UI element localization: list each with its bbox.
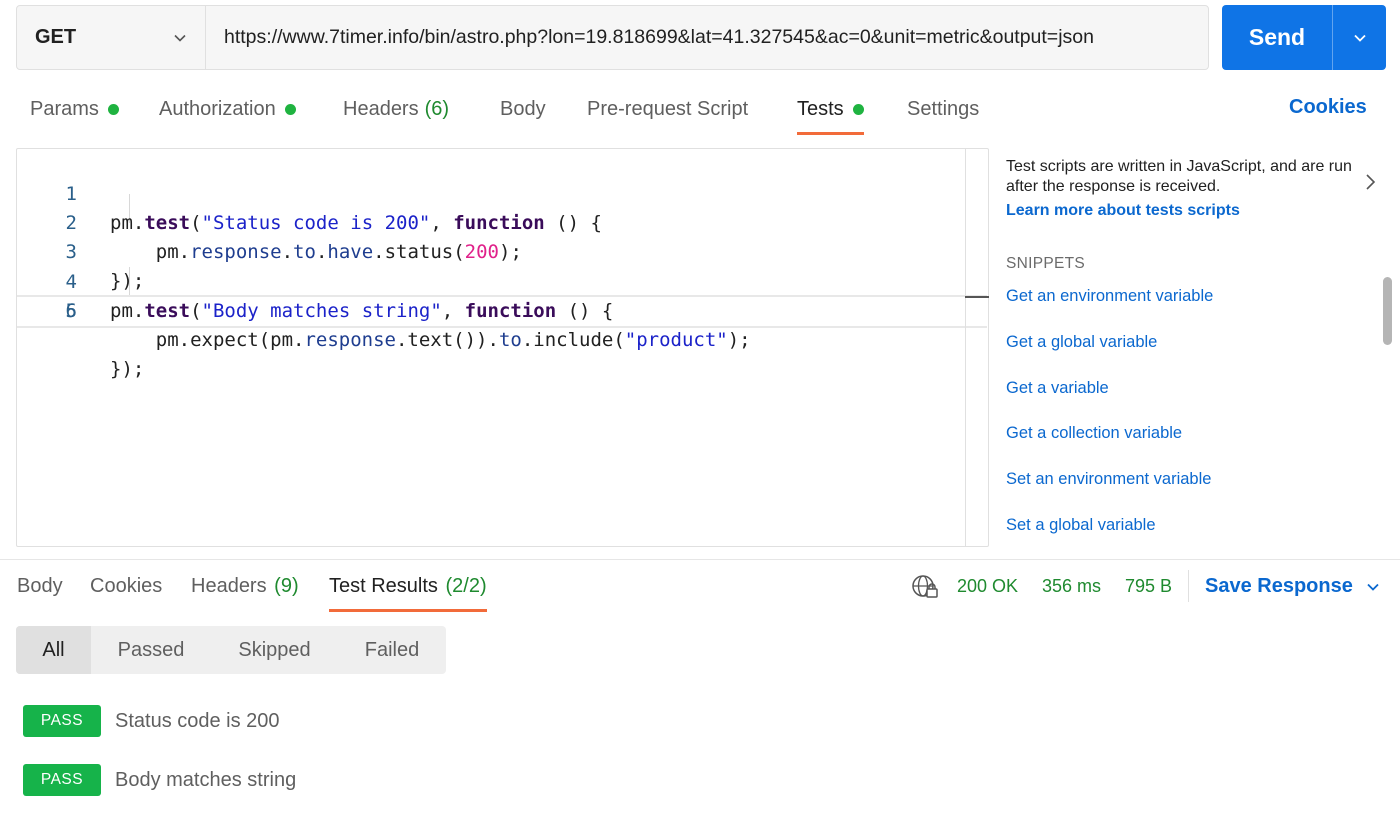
code-line: 1 pm.test("Status code is 200", function… [17,151,987,234]
status-divider [1188,570,1189,602]
tab-settings[interactable]: Settings [907,96,979,122]
chevron-down-icon [1353,34,1366,42]
method-select[interactable]: GET [17,6,206,69]
tab-headers-label: Headers [343,97,419,120]
response-tab-headers[interactable]: Headers (9) [191,575,299,598]
response-tab-body[interactable]: Body [17,575,63,598]
test-result-row: PASS Body matches string [23,764,296,796]
editor-minimap-divider [965,149,966,546]
test-result-name: Status code is 200 [115,709,280,732]
snippet-link[interactable]: Get a global variable [1006,333,1157,352]
save-response-label: Save Response [1205,575,1353,597]
editor-minimap-marker [965,296,989,298]
tab-prerequest-label: Pre-request Script [587,97,749,120]
response-tab-cookies[interactable]: Cookies [90,575,162,598]
response-tab-body-label: Body [17,575,63,597]
pass-badge: PASS [23,705,101,737]
tab-params-label: Params [30,97,99,120]
send-options-button[interactable] [1333,5,1386,70]
tab-tests[interactable]: Tests [797,96,864,135]
request-tabs: Params Authorization Headers (6) Body Pre… [30,96,1030,136]
network-globe-icon[interactable] [911,574,939,600]
code-text: }); [110,358,145,380]
test-results-filter: All Passed Skipped Failed [16,626,446,674]
response-tab-headers-count: (9) [274,575,299,597]
response-size[interactable]: 795 B [1125,576,1172,597]
status-dot-icon [284,103,296,115]
snippet-link[interactable]: Get a collection variable [1006,424,1182,443]
send-button[interactable]: Send [1222,5,1332,70]
snippet-link[interactable]: Set a global variable [1006,516,1156,535]
code-text: pm.expect(pm.response.text()).to.include… [110,329,751,351]
response-time[interactable]: 356 ms [1042,576,1101,597]
tab-tests-label: Tests [797,97,844,120]
tab-prerequest-script[interactable]: Pre-request Script [587,96,748,122]
filter-passed[interactable]: Passed [91,626,211,674]
snippets-heading: SNIPPETS [1006,255,1086,272]
snippets-scrollbar[interactable] [1383,277,1392,345]
code-line-current: 6 }); [17,295,987,380]
snippet-link[interactable]: Get an environment variable [1006,287,1213,306]
chevron-down-icon [174,34,186,42]
code-line: 4 pm.test("Body matches string", functio… [17,239,987,322]
response-tab-test-results-label: Test Results [329,575,438,597]
cookies-link[interactable]: Cookies [1289,96,1367,119]
code-line: 5 pm.expect(pm.response.text()).to.inclu… [17,268,987,351]
response-tab-test-results[interactable]: Test Results (2/2) [329,575,487,612]
tab-params[interactable]: Params [30,96,119,122]
request-url-bar: GET https://www.7timer.info/bin/astro.ph… [16,5,1209,70]
tab-body-label: Body [500,97,546,120]
response-tab-cookies-label: Cookies [90,575,163,597]
tab-headers[interactable]: Headers (6) [343,96,449,122]
url-input[interactable]: https://www.7timer.info/bin/astro.php?lo… [206,6,1208,69]
snippet-link[interactable]: Set an environment variable [1006,470,1211,489]
save-response-button[interactable]: Save Response [1205,575,1381,598]
line-number: 6 [65,300,77,322]
chevron-down-icon [1367,583,1379,591]
tab-body[interactable]: Body [500,96,546,122]
snippet-link[interactable]: Get a variable [1006,379,1109,398]
filter-skipped[interactable]: Skipped [211,626,338,674]
code-line: 3 }); [17,209,987,292]
status-dot-icon [107,103,119,115]
pass-badge: PASS [23,764,101,796]
tab-headers-count: (6) [424,97,450,120]
status-dot-icon [852,103,864,115]
tab-authorization[interactable]: Authorization [159,96,296,122]
filter-all[interactable]: All [16,626,91,674]
send-button-group: Send [1222,5,1386,70]
learn-more-link[interactable]: Learn more about tests scripts [1006,202,1240,220]
pane-divider[interactable] [0,559,1400,560]
tests-help-text: Test scripts are written in JavaScript, … [1006,158,1352,195]
test-script-editor[interactable]: 1 pm.test("Status code is 200", function… [16,148,989,547]
response-tab-headers-label: Headers [191,575,267,597]
method-label: GET [35,26,77,48]
tab-authorization-label: Authorization [159,97,276,120]
tab-settings-label: Settings [907,97,980,120]
test-result-name: Body matches string [115,768,297,791]
test-result-row: PASS Status code is 200 [23,705,280,737]
response-tab-test-results-count: (2/2) [445,575,487,597]
response-status[interactable]: 200 OK [957,576,1018,597]
code-line: 2 pm.response.to.have.status(200); [17,180,987,263]
chevron-right-icon[interactable] [1364,172,1378,192]
filter-failed[interactable]: Failed [338,626,446,674]
